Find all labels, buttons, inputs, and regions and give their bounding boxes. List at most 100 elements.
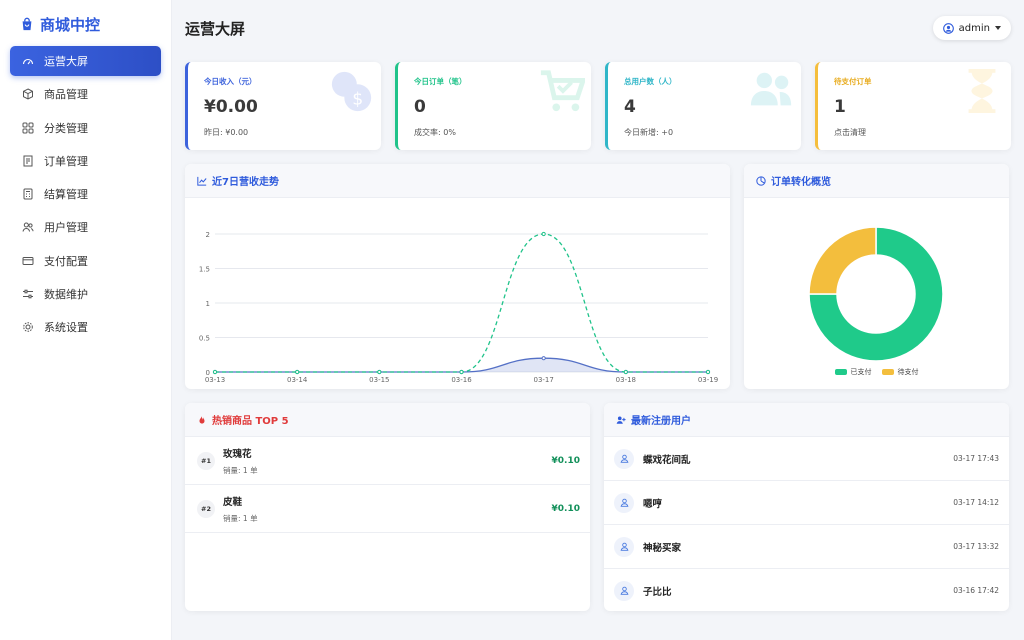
- list-item[interactable]: 子比比 03-16 17:42: [604, 569, 1009, 611]
- gear-icon: [22, 321, 34, 333]
- chart-legend: 已支付 待支付: [744, 367, 1009, 377]
- sidebar-item-6[interactable]: 用户管理: [10, 212, 161, 242]
- product-sales: 销量: 1 单: [223, 513, 258, 523]
- box-icon: [22, 88, 34, 100]
- data-point: [377, 369, 382, 375]
- sidebar-item-5[interactable]: 结算管理: [10, 179, 161, 209]
- avatar: [614, 492, 634, 513]
- x-tick-label: 03-15: [369, 376, 389, 384]
- x-tick-label: 03-13: [205, 376, 225, 384]
- sidebar-item-1[interactable]: 运营大屏: [10, 46, 161, 76]
- panel-header: 热销商品 TOP 5: [185, 403, 590, 437]
- top-products-panel: 热销商品 TOP 5 #1 玫瑰花 销量: 1 单 ¥0.10 #2 皮鞋 销量: 1 单 ¥…: [185, 403, 590, 611]
- stat-sub: 今日新增: +0: [624, 128, 674, 137]
- user-name: 蝶戏花间乱: [643, 454, 691, 466]
- user-circle-icon: [942, 22, 954, 34]
- data-point: [705, 369, 711, 375]
- legend-swatch: [834, 369, 847, 375]
- pie-chart-icon: [756, 175, 766, 186]
- x-tick-label: 03-14: [287, 376, 308, 384]
- legend-item[interactable]: 待支付: [881, 367, 919, 377]
- user-name: admin: [958, 22, 990, 34]
- legend-label: 待支付: [897, 368, 919, 376]
- legend-item[interactable]: 已支付: [834, 367, 872, 377]
- user-time: 03-17 17:43: [953, 454, 999, 463]
- data-point: [541, 231, 546, 237]
- user-icon: [620, 542, 628, 551]
- product-sales: 销量: 1 单: [223, 465, 258, 475]
- panel-header: 近7日营收走势: [185, 164, 730, 198]
- list-item[interactable]: 神秘买家 03-17 13:32: [604, 525, 1009, 569]
- sidebar-item-label: 支付配置: [44, 254, 88, 268]
- user-icon: [620, 586, 628, 595]
- sidebar-item-label: 系统设置: [44, 321, 88, 335]
- rank-badge: #2: [197, 499, 215, 518]
- order-conversion-panel: 订单转化概览 已支付 待支付: [744, 164, 1009, 389]
- sidebar-item-label: 用户管理: [44, 221, 88, 235]
- sliders-icon: [22, 288, 34, 300]
- sidebar: 商城中控 运营大屏商品管理分类管理订单管理结算管理用户管理支付配置数据维护系统设…: [0, 0, 172, 640]
- user-icon: [620, 454, 628, 463]
- sidebar-item-label: 结算管理: [44, 188, 88, 202]
- page-title: 运营大屏: [185, 19, 246, 38]
- stat-card[interactable]: 待支付订单 1 点击清理: [815, 62, 1011, 150]
- data-point: [295, 369, 300, 375]
- avatar: [614, 580, 634, 601]
- brand[interactable]: 商城中控: [0, 12, 171, 36]
- dashboard-icon: [22, 55, 34, 67]
- list-item[interactable]: #2 皮鞋 销量: 1 单 ¥0.10: [185, 485, 590, 533]
- sidebar-item-label: 订单管理: [44, 154, 88, 168]
- stat-sub[interactable]: 点击清理: [834, 127, 995, 138]
- y-tick-label: 1: [206, 300, 210, 308]
- y-tick-label: 1.5: [199, 266, 210, 274]
- sidebar-item-label: 分类管理: [44, 121, 88, 135]
- brand-title: 商城中控: [40, 15, 101, 34]
- panel-title: 热销商品 TOP 5: [212, 416, 289, 427]
- x-tick-label: 03-16: [451, 376, 472, 384]
- user-menu-button[interactable]: admin: [932, 16, 1011, 40]
- sidebar-item-4[interactable]: 订单管理: [10, 146, 161, 176]
- product-price: ¥0.10: [551, 455, 580, 466]
- sidebar-item-7[interactable]: 支付配置: [10, 246, 161, 276]
- sidebar-item-label: 商品管理: [44, 88, 88, 102]
- svg-text:$: $: [352, 89, 363, 109]
- data-point: [541, 356, 546, 361]
- panel-title: 订单转化概览: [771, 177, 831, 188]
- panel-title: 最新注册用户: [631, 416, 691, 427]
- panel-header: 订单转化概览: [744, 164, 1009, 198]
- sidebar-item-label: 运营大屏: [44, 55, 88, 68]
- x-tick-label: 03-18: [616, 376, 636, 384]
- sidebar-item-3[interactable]: 分类管理: [10, 113, 161, 143]
- stat-card: 今日订单（笔） 0 成交率: 0%: [395, 62, 591, 150]
- chart-body: 0 0.5 1 1.5 2 03-13 03-14 03-15 03-16 03-17 03-18 0…: [185, 198, 730, 389]
- shopping-bag-icon: [22, 17, 32, 31]
- user-time: 03-17 14:12: [953, 498, 999, 507]
- grid-icon: [22, 122, 34, 134]
- product-price: ¥0.10: [551, 503, 580, 514]
- sidebar-item-8[interactable]: 数据维护: [10, 279, 161, 309]
- new-users-panel: 最新注册用户 蝶戏花间乱 03-17 17:43 嗯哼 03-17 14:12 神秘买家…: [604, 403, 1009, 611]
- sidebar-item-9[interactable]: 系统设置: [10, 312, 161, 342]
- list-item[interactable]: 蝶戏花间乱 03-17 17:43: [604, 437, 1009, 481]
- user-list: 蝶戏花间乱 03-17 17:43 嗯哼 03-17 14:12 神秘买家 03-17 1…: [604, 437, 1009, 611]
- list-item[interactable]: 嗯哼 03-17 14:12: [604, 481, 1009, 525]
- user-icon: [620, 498, 628, 507]
- panel-title: 近7日营收走势: [212, 177, 279, 188]
- topbar: 运营大屏 admin: [185, 14, 1011, 42]
- panel-header: 最新注册用户: [604, 403, 1009, 437]
- sidebar-item-2[interactable]: 商品管理: [10, 79, 161, 109]
- users-icon: [22, 221, 34, 233]
- stat-cards: 今日收入（元） ¥0.00 昨日: ¥0.00 $ 今日订单（笔） 0 成交率: 0% 总用户…: [185, 62, 1011, 150]
- line-chart-icon: [197, 176, 207, 186]
- user-name: 神秘买家: [643, 542, 682, 554]
- product-list: #1 玫瑰花 销量: 1 单 ¥0.10 #2 皮鞋 销量: 1 单 ¥0.10: [185, 437, 590, 533]
- coins-icon: $: [331, 71, 372, 112]
- calculator-icon: [22, 188, 34, 200]
- x-tick-label: 03-17: [533, 376, 553, 384]
- avatar: [614, 448, 634, 469]
- fire-icon: [199, 415, 205, 424]
- user-name: 嗯哼: [643, 498, 663, 510]
- list-item[interactable]: #1 玫瑰花 销量: 1 单 ¥0.10: [185, 437, 590, 485]
- hourglass-icon: [968, 68, 996, 114]
- rank-badge: #1: [197, 451, 215, 470]
